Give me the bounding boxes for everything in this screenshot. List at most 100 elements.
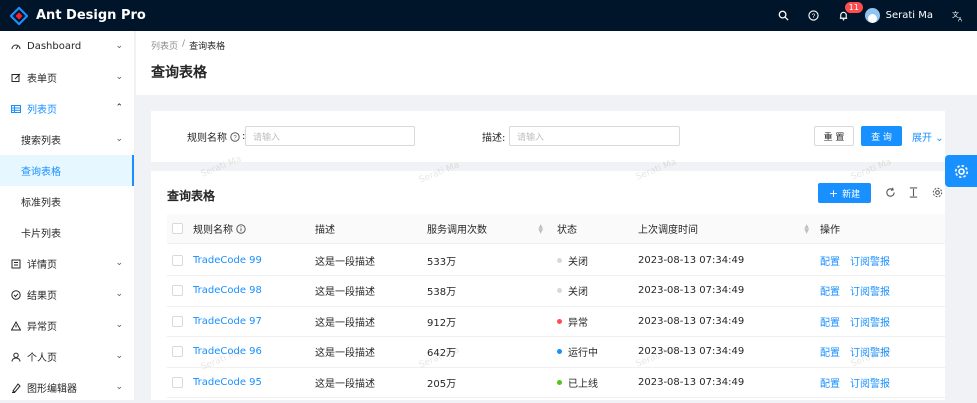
row-checkbox[interactable] [172, 376, 183, 388]
select-all-cell [172, 214, 183, 243]
column-header-label: 上次调度时间 [638, 225, 698, 236]
sidebar-item-account[interactable]: 个人页 ⌄ [0, 341, 134, 372]
row-checkbox[interactable] [172, 254, 183, 266]
chevron-down-icon: ⌄ [115, 320, 123, 330]
dashboard-icon [10, 41, 21, 52]
plus-icon: + [828, 186, 839, 200]
status-cell: 运行中 [557, 337, 598, 367]
sidebar-item-label: 详情页 [27, 260, 57, 271]
subscribe-alert-link[interactable]: 订阅警报 [850, 314, 890, 329]
info-circle-icon: ? [230, 131, 240, 142]
sidebar-item-editor[interactable]: 图形编辑器 ⌄ [0, 372, 134, 403]
language-button[interactable]: 文A [943, 0, 973, 31]
sidebar-item-query-table[interactable]: 查询表格 [0, 155, 134, 186]
setting-icon [954, 164, 968, 178]
highlight-icon [10, 382, 21, 393]
sidebar-item-search-list[interactable]: 搜索列表 ⌄ [0, 124, 134, 155]
config-link[interactable]: 配置 [820, 375, 840, 390]
settings-drawer-button[interactable] [945, 155, 977, 187]
status-label: 异常 [568, 317, 588, 329]
sidebar-item-label: 个人页 [27, 353, 57, 364]
status-cell: 关闭 [557, 245, 588, 275]
help-button[interactable]: ? [799, 0, 829, 31]
rule-name-label: 规则名称 ? : [187, 131, 246, 144]
svg-text:A: A [958, 17, 962, 22]
sidebar-item-dashboard[interactable]: Dashboard ⌄ [0, 31, 134, 62]
table-row: TradeCode 95 这是一段描述 205万 已上线 2023-08-13 07:3… [167, 367, 945, 398]
subscribe-alert-link[interactable]: 订阅警报 [850, 253, 890, 268]
column-header-time[interactable]: 上次调度时间 ▲ ▼ [638, 214, 813, 243]
question-icon: ? [808, 10, 819, 21]
reload-button[interactable] [882, 184, 898, 200]
actions-cell: 配置 订阅警报 [820, 367, 890, 397]
sidebar-item-label: 结果页 [27, 291, 57, 302]
row-checkbox[interactable] [172, 285, 183, 296]
sidebar-item-list[interactable]: 列表页 ⌃ [0, 93, 134, 124]
time-cell: 2023-08-13 07:34:49 [638, 285, 745, 296]
config-link[interactable]: 配置 [820, 283, 840, 298]
breadcrumb-separator: / [182, 39, 186, 49]
subscribe-alert-link[interactable]: 订阅警报 [850, 375, 890, 390]
chevron-down-icon: ⌄ [115, 134, 123, 144]
sidebar-item-label: 卡片列表 [21, 229, 61, 240]
description-cell: 这是一段描述 [315, 378, 375, 390]
rule-name-link[interactable]: TradeCode 99 [193, 245, 262, 275]
table-card: 查询表格 + 新建 规则名称 描述 服务调用次数 ▲ ▼ 状态 上次调度时间 ▲… [151, 171, 945, 400]
chevron-down-icon: ⌄ [115, 382, 123, 392]
select-cell [172, 367, 183, 397]
select-cell [172, 245, 183, 275]
description-label: 描述: [482, 133, 506, 144]
density-button[interactable] [905, 184, 921, 200]
logo[interactable]: Ant Design Pro [10, 6, 146, 25]
warning-icon [10, 320, 21, 331]
sidebar-item-card-list[interactable]: 卡片列表 [0, 217, 134, 248]
rule-name-link[interactable]: TradeCode 95 [193, 367, 262, 397]
column-header-actions: 操作 [820, 225, 840, 236]
config-link[interactable]: 配置 [820, 253, 840, 268]
user-icon [10, 351, 21, 362]
status-cell: 异常 [557, 306, 588, 336]
actions-cell: 配置 订阅警报 [820, 245, 890, 275]
subscribe-alert-link[interactable]: 订阅警报 [850, 344, 890, 359]
table-header: 规则名称 描述 服务调用次数 ▲ ▼ 状态 上次调度时间 ▲ ▼ 操作 [167, 214, 945, 244]
new-button[interactable]: + 新建 [818, 183, 871, 203]
rule-name-link[interactable]: TradeCode 98 [193, 276, 262, 306]
sort-icon: ▲ ▼ [538, 223, 543, 235]
select-all-checkbox[interactable] [172, 223, 183, 234]
sidebar-item-form[interactable]: 表单页 ⌄ [0, 62, 134, 93]
table-row: TradeCode 98 这是一段描述 538万 关闭 2023-08-13 07:34… [167, 276, 945, 307]
actions-cell: 配置 订阅警报 [820, 306, 890, 336]
rule-name-input[interactable]: 请输入 [245, 126, 415, 146]
chevron-down-icon: ⌄ [935, 133, 944, 144]
status-label: 运行中 [568, 348, 598, 359]
rule-name-link[interactable]: TradeCode 96 [193, 337, 262, 367]
status-dot [557, 349, 562, 354]
sidebar-item-exception[interactable]: 异常页 ⌄ [0, 310, 134, 341]
config-link[interactable]: 配置 [820, 314, 840, 329]
chevron-down-icon: ⌄ [115, 289, 123, 299]
rule-name-link[interactable]: TradeCode 97 [193, 306, 262, 336]
calls-cell: 642万 [427, 348, 457, 359]
row-checkbox[interactable] [172, 346, 183, 357]
query-button[interactable]: 查 询 [861, 126, 902, 146]
description-cell: 这是一段描述 [315, 317, 375, 329]
column-settings-button[interactable] [929, 184, 945, 200]
notification-button[interactable]: 11 [829, 0, 863, 31]
sidebar-item-profile[interactable]: 详情页 ⌄ [0, 248, 134, 279]
breadcrumb-parent[interactable]: 列表页 [151, 39, 178, 52]
reset-button[interactable]: 重 置 [814, 126, 854, 146]
subscribe-alert-link[interactable]: 订阅警报 [850, 283, 890, 298]
status-dot [557, 288, 562, 293]
status-label: 关闭 [568, 287, 588, 298]
column-header-calls[interactable]: 服务调用次数 ▲ ▼ [427, 214, 547, 243]
user-menu[interactable]: Serati Ma [864, 8, 933, 23]
calls-cell: 912万 [427, 317, 457, 329]
row-checkbox[interactable] [172, 315, 183, 327]
search-button[interactable] [769, 0, 799, 31]
sidebar-item-standard-list[interactable]: 标准列表 [0, 186, 134, 217]
description-cell: 这是一段描述 [315, 256, 375, 268]
sidebar-item-result[interactable]: 结果页 ⌄ [0, 279, 134, 310]
expand-toggle[interactable]: 展开 ⌄ [912, 129, 944, 144]
config-link[interactable]: 配置 [820, 344, 840, 359]
description-input[interactable]: 请输入 [509, 126, 680, 146]
